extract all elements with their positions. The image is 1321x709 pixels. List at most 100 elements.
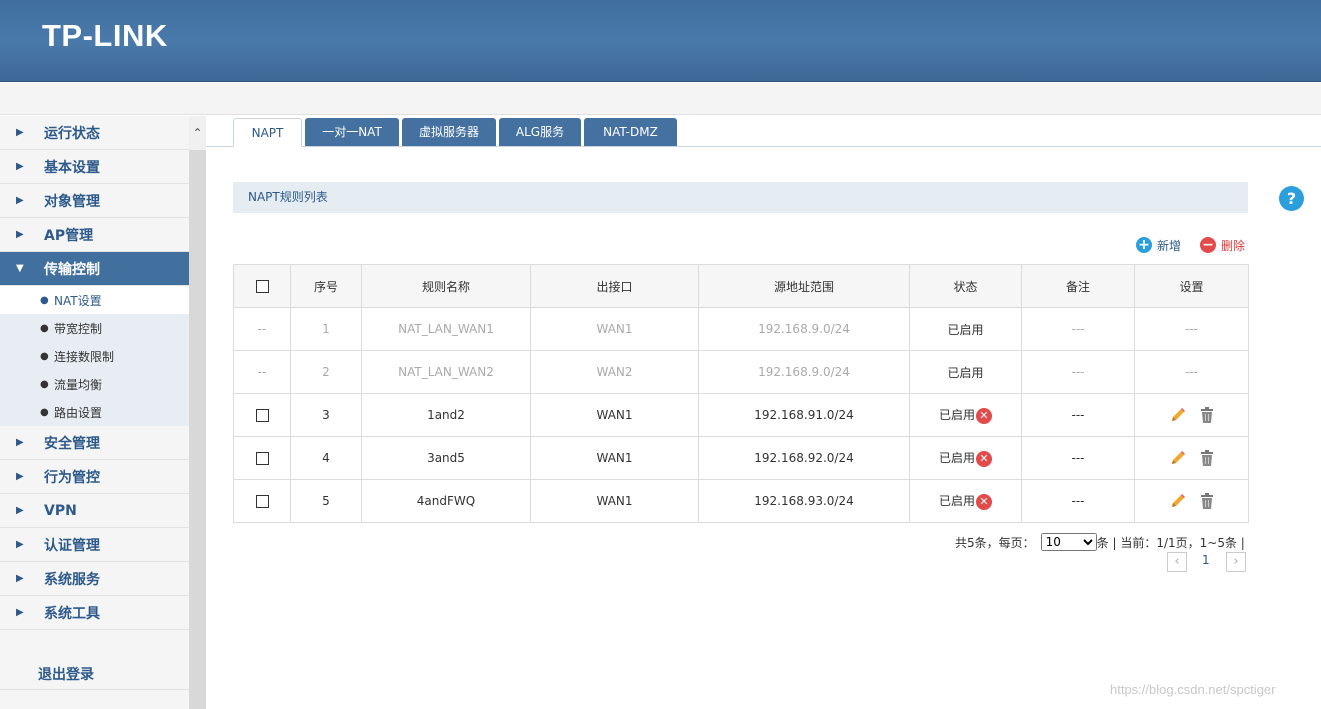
- row-interface: WAN1: [530, 436, 699, 480]
- sidebar-subitem-nat-settings[interactable]: ● NAT设置: [0, 286, 189, 314]
- next-page-button[interactable]: ›: [1226, 552, 1246, 572]
- expand-arrow-icon: ▶: [16, 437, 24, 448]
- row-status: 已启用: [938, 494, 975, 509]
- row-interface: WAN1: [530, 307, 699, 351]
- expand-arrow-icon: ▶: [16, 161, 24, 172]
- tab-one-to-one-nat[interactable]: 一对一NAT: [305, 118, 399, 146]
- pagination-info: 共5条，每页： 10 条 | 当前：1/1页，1~5条 |: [955, 532, 1245, 552]
- expand-arrow-icon: ▶: [16, 607, 24, 618]
- select-all-checkbox[interactable]: [255, 280, 269, 293]
- sidebar-subitem-bandwidth-control[interactable]: ● 带宽控制: [0, 314, 189, 342]
- sidebar-subitem-label: 流量均衡: [54, 377, 103, 392]
- sidebar-item-system-tools[interactable]: ▶ 系统工具: [0, 596, 189, 630]
- expand-arrow-icon: ▶: [16, 539, 24, 550]
- sidebar-item-basic-settings[interactable]: ▶ 基本设置: [0, 150, 189, 184]
- row-checkbox[interactable]: [255, 495, 269, 508]
- row-setting-cell: [1134, 436, 1249, 480]
- current-page-number[interactable]: 1: [1202, 553, 1210, 567]
- row-note: ---: [1021, 436, 1135, 480]
- tab-virtual-server[interactable]: 虚拟服务器: [402, 118, 496, 146]
- row-name: 4andFWQ: [361, 479, 531, 523]
- row-source-range: 192.168.93.0/24: [698, 479, 910, 523]
- pagination-summary: 条 | 当前：1/1页，1~5条 |: [1096, 535, 1245, 550]
- sidebar-item-label: 传输控制: [44, 261, 100, 278]
- row-index: 1: [290, 307, 362, 351]
- sidebar-scrollbar[interactable]: [189, 116, 206, 709]
- edit-icon[interactable]: [1170, 493, 1186, 509]
- row-setting: ---: [1134, 350, 1249, 394]
- row-index: 5: [290, 479, 362, 523]
- sidebar-item-label: 对象管理: [44, 193, 100, 210]
- page-size-select[interactable]: 10: [1040, 533, 1097, 551]
- disable-icon[interactable]: ✕: [976, 407, 992, 424]
- tab-alg-service[interactable]: ALG服务: [499, 118, 581, 146]
- add-button[interactable]: + 新增: [1136, 236, 1181, 254]
- sidebar-item-label: 系统服务: [44, 571, 100, 588]
- sidebar-item-label: VPN: [44, 502, 77, 519]
- sidebar-subitem-label: 连接数限制: [54, 349, 115, 364]
- table-header-row: 序号 规则名称 出接口 源地址范围 状态 备注 设置: [233, 264, 1249, 308]
- row-setting-cell: [1134, 393, 1249, 437]
- edit-icon[interactable]: [1170, 407, 1186, 423]
- row-setting-cell: [1134, 479, 1249, 523]
- column-header: 状态: [909, 264, 1022, 308]
- sidebar-item-security-management[interactable]: ▶ 安全管理: [0, 426, 189, 460]
- sidebar-item-auth-management[interactable]: ▶ 认证管理: [0, 528, 189, 562]
- row-checkbox-cell: [233, 479, 291, 523]
- sidebar-item-object-management[interactable]: ▶ 对象管理: [0, 184, 189, 218]
- sidebar-item-vpn[interactable]: ▶ VPN: [0, 494, 189, 528]
- trash-icon[interactable]: [1200, 493, 1214, 509]
- row-checkbox-cell: [233, 393, 291, 437]
- trash-icon[interactable]: [1200, 450, 1214, 466]
- row-index: 3: [290, 393, 362, 437]
- row-name: 3and5: [361, 436, 531, 480]
- sidebar-item-transmission-control[interactable]: ▼ 传输控制: [0, 252, 189, 286]
- add-button-label: 新增: [1157, 238, 1182, 253]
- row-check-placeholder: --: [233, 307, 291, 351]
- sidebar-item-running-status[interactable]: ▶ 运行状态: [0, 116, 189, 150]
- sidebar-item-behavior-control[interactable]: ▶ 行为管控: [0, 460, 189, 494]
- row-checkbox[interactable]: [255, 452, 269, 465]
- tab-napt[interactable]: NAPT: [233, 118, 302, 147]
- row-checkbox[interactable]: [255, 409, 269, 422]
- collapse-arrow-icon: ▼: [16, 263, 24, 274]
- watermark: https://blog.csdn.net/spctiger: [1110, 682, 1276, 697]
- trash-icon[interactable]: [1200, 407, 1214, 423]
- column-header: 设置: [1134, 264, 1249, 308]
- row-name: NAT_LAN_WAN2: [361, 350, 531, 394]
- column-header: 规则名称: [361, 264, 531, 308]
- row-status: 已启用: [938, 408, 975, 423]
- tab-nat-dmz[interactable]: NAT-DMZ: [584, 118, 677, 146]
- row-status: 已启用: [909, 307, 1022, 351]
- table-row: 3 1and2 WAN1 192.168.91.0/24 已启用 ✕ ---: [233, 393, 1249, 437]
- disable-icon[interactable]: ✕: [976, 493, 992, 510]
- table-row: -- 1 NAT_LAN_WAN1 WAN1 192.168.9.0/24 已启…: [233, 307, 1249, 351]
- logout-link[interactable]: 退出登录: [38, 664, 94, 684]
- row-note: ---: [1021, 350, 1135, 394]
- row-status: 已启用: [938, 451, 975, 466]
- row-source-range: 192.168.9.0/24: [698, 350, 910, 394]
- scroll-up-icon[interactable]: ⌃: [189, 116, 206, 150]
- sidebar-subitem-label: 路由设置: [54, 405, 103, 420]
- edit-icon[interactable]: [1170, 450, 1186, 466]
- sidebar-item-ap-management[interactable]: ▶ AP管理: [0, 218, 189, 252]
- prev-page-button[interactable]: ‹: [1167, 552, 1187, 572]
- delete-button-label: 删除: [1221, 238, 1246, 253]
- row-status: 已启用: [909, 350, 1022, 394]
- sidebar-item-system-services[interactable]: ▶ 系统服务: [0, 562, 189, 596]
- sidebar-item-label: 安全管理: [44, 435, 100, 452]
- sidebar-item-label: 基本设置: [44, 159, 100, 176]
- expand-arrow-icon: ▶: [16, 471, 24, 482]
- row-status-cell: 已启用 ✕: [909, 479, 1022, 523]
- row-name: NAT_LAN_WAN1: [361, 307, 531, 351]
- sidebar-subitem-route-settings[interactable]: ● 路由设置: [0, 398, 189, 426]
- header-bar: TP-LINK: [0, 0, 1321, 82]
- delete-button[interactable]: − 删除: [1200, 236, 1245, 254]
- column-header: 源地址范围: [698, 264, 910, 308]
- disable-icon[interactable]: ✕: [976, 450, 992, 467]
- sidebar-subitem-traffic-balance[interactable]: ● 流量均衡: [0, 370, 189, 398]
- sidebar-subitem-connection-limit[interactable]: ● 连接数限制: [0, 342, 189, 370]
- sidebar-subitem-label: NAT设置: [54, 293, 102, 308]
- help-icon[interactable]: ?: [1279, 186, 1304, 211]
- expand-arrow-icon: ▶: [16, 505, 24, 516]
